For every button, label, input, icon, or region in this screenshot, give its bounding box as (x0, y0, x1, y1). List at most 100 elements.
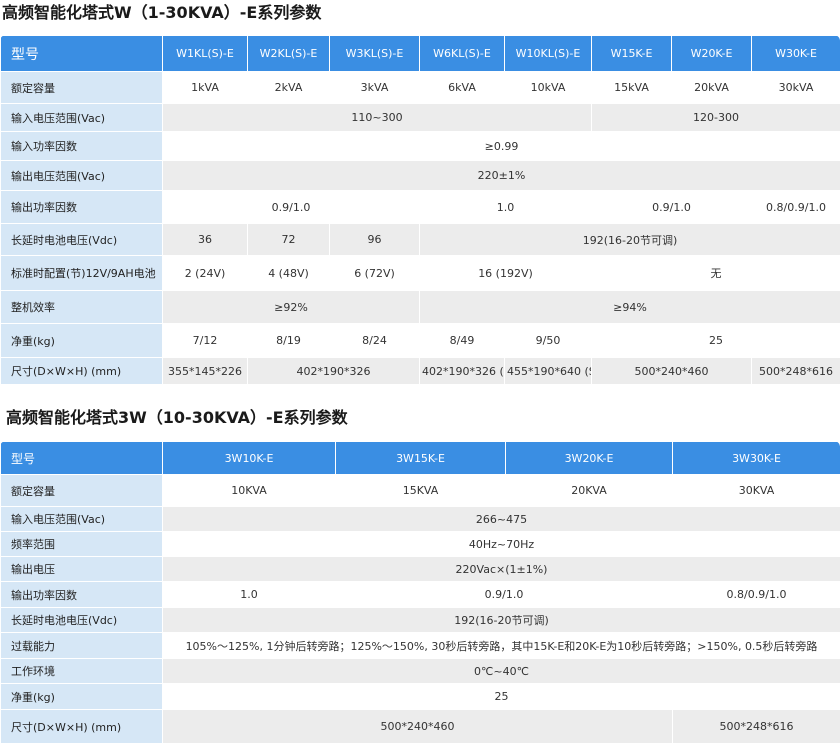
table-cell: 0.9/1.0 (162, 190, 420, 224)
table-cell: 15kVA (591, 71, 672, 104)
table-cell: 120-300 (591, 103, 840, 132)
table-cell: 500*248*616 (751, 357, 840, 385)
table-cell: 110~300 (162, 103, 592, 132)
table-cell: 8/49 (419, 323, 505, 358)
row-label: 输出功率因数 (0, 190, 163, 224)
table-cell: 6kVA (419, 71, 505, 104)
table-row: 输入电压范围(Vac) 266~475 (0, 506, 840, 532)
row-label: 过载能力 (0, 632, 163, 659)
row-label: 工作环境 (0, 658, 163, 684)
table-cell: 7/12 (162, 323, 248, 358)
row-label: 净重(kg) (0, 323, 163, 358)
table-row: 额定容量 10KVA 15KVA 20KVA 30KVA (0, 474, 840, 507)
header-model: W3KL(S)-E (329, 35, 420, 72)
header-model: 3W15K-E (335, 441, 506, 475)
row-label: 净重(kg) (0, 683, 163, 710)
table-cell: 192(16-20节可调) (419, 223, 840, 256)
table-cell: ≥92% (162, 290, 420, 324)
table-cell: 15KVA (335, 474, 506, 507)
table-cell: 220Vac×(1±1%) (162, 556, 840, 582)
3w-series-spec-table: 型号 3W10K-E 3W15K-E 3W20K-E 3W30K-E 额定容量 … (0, 441, 840, 743)
w-series-table-wrap: 型号 W1KL(S)-E W2KL(S)-E W3KL(S)-E W6KL(S)… (0, 35, 840, 385)
row-label: 整机效率 (0, 290, 163, 324)
table-cell: 30kVA (751, 71, 840, 104)
table-cell: 500*240*460 (591, 357, 752, 385)
row-label: 输入电压范围(Vac) (0, 506, 163, 532)
table-cell: 455*190*640 (S) (504, 357, 592, 385)
section-title-w-series: 高频智能化塔式W（1-30KVA）-E系列参数 (2, 3, 322, 22)
header-model: W6KL(S)-E (419, 35, 505, 72)
table-row: 尺寸(D×W×H) (mm) 355*145*226 402*190*326 4… (0, 357, 840, 385)
row-label: 长延时电池电压(Vdc) (0, 607, 163, 633)
header-model: 3W20K-E (505, 441, 673, 475)
header-model: W15K-E (591, 35, 672, 72)
table-cell: 192(16-20节可调) (162, 607, 840, 633)
table-cell: 20kVA (671, 71, 752, 104)
table-row: 输出电压范围(Vac) 220±1% (0, 160, 840, 191)
row-label: 额定容量 (0, 71, 163, 104)
table-cell: 8/19 (247, 323, 330, 358)
table-cell: 2 (24V) (162, 255, 248, 291)
table-cell: 10kVA (504, 71, 592, 104)
row-label: 长延时电池电压(Vdc) (0, 223, 163, 256)
table-cell: 402*190*326 (247, 357, 420, 385)
table-row: 长延时电池电压(Vdc) 36 72 96 192(16-20节可调) (0, 223, 840, 256)
table-row: 频率范围 40Hz~70Hz (0, 531, 840, 557)
table-row: 输出功率因数 1.0 0.9/1.0 0.8/0.9/1.0 (0, 581, 840, 608)
table-cell: 40Hz~70Hz (162, 531, 840, 557)
table-row: 净重(kg) 25 (0, 683, 840, 710)
table-row: 整机效率 ≥92% ≥94% (0, 290, 840, 324)
header-model: 3W10K-E (162, 441, 336, 475)
table-cell: 无 (591, 255, 840, 291)
table-cell: 266~475 (162, 506, 840, 532)
w-series-spec-table: 型号 W1KL(S)-E W2KL(S)-E W3KL(S)-E W6KL(S)… (0, 35, 840, 385)
table-cell: 1.0 (162, 581, 336, 608)
table-cell: 3kVA (329, 71, 420, 104)
table-cell: 30KVA (672, 474, 840, 507)
table-cell: 500*240*460 (162, 709, 673, 743)
table-cell: 355*145*226 (162, 357, 248, 385)
row-label: 标准时配置(节)12V/9AH电池 (0, 255, 163, 291)
table-row: 尺寸(D×W×H) (mm) 500*240*460 500*248*616 (0, 709, 840, 743)
table-row: 输出功率因数 0.9/1.0 1.0 0.9/1.0 0.8/0.9/1.0 (0, 190, 840, 224)
table-cell: 0℃~40℃ (162, 658, 840, 684)
header-model: W30K-E (751, 35, 840, 72)
table-cell: 96 (329, 223, 420, 256)
table-cell: 4 (48V) (247, 255, 330, 291)
table-cell: 2kVA (247, 71, 330, 104)
row-label: 输出功率因数 (0, 581, 163, 608)
table-cell: ≥0.99 (162, 131, 840, 161)
row-label: 额定容量 (0, 474, 163, 507)
table-header-row: 型号 W1KL(S)-E W2KL(S)-E W3KL(S)-E W6KL(S)… (0, 35, 840, 72)
header-model: W2KL(S)-E (247, 35, 330, 72)
table-cell: 25 (591, 323, 840, 358)
header-model: 3W30K-E (672, 441, 840, 475)
row-label: 尺寸(D×W×H) (mm) (0, 709, 163, 743)
table-cell: 8/24 (329, 323, 420, 358)
table-cell: 0.9/1.0 (335, 581, 673, 608)
table-cell: 6 (72V) (329, 255, 420, 291)
table-cell: 0.9/1.0 (591, 190, 752, 224)
header-model: W20K-E (671, 35, 752, 72)
table-row: 长延时电池电压(Vdc) 192(16-20节可调) (0, 607, 840, 633)
table-cell: 500*248*616 (672, 709, 840, 743)
section-title-3w-series: 高频智能化塔式3W（10-30KVA）-E系列参数 (6, 408, 348, 427)
row-label: 尺寸(D×W×H) (mm) (0, 357, 163, 385)
header-model: W1KL(S)-E (162, 35, 248, 72)
header-model-label: 型号 (0, 35, 163, 72)
table-cell: 16 (192V) (419, 255, 592, 291)
row-label: 输入电压范围(Vac) (0, 103, 163, 132)
row-label: 输入功率因数 (0, 131, 163, 161)
table-row: 工作环境 0℃~40℃ (0, 658, 840, 684)
table-cell: 36 (162, 223, 248, 256)
table-cell: 1.0 (419, 190, 592, 224)
table-cell: 25 (162, 683, 840, 710)
table-cell: 20KVA (505, 474, 673, 507)
table-row: 输入电压范围(Vac) 110~300 120-300 (0, 103, 840, 132)
table-row: 输入功率因数 ≥0.99 (0, 131, 840, 161)
row-label: 频率范围 (0, 531, 163, 557)
table-cell: 10KVA (162, 474, 336, 507)
table-cell: 1kVA (162, 71, 248, 104)
table-cell: 0.8/0.9/1.0 (751, 190, 840, 224)
row-label: 输出电压范围(Vac) (0, 160, 163, 191)
